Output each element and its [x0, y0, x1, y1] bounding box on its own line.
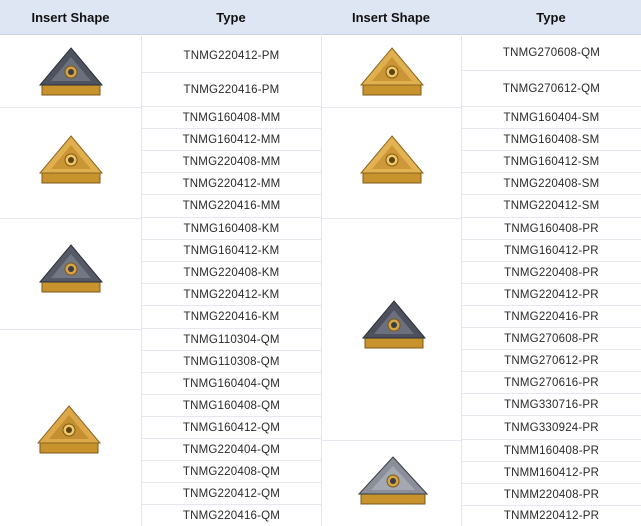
type-code: TNMG220408-QM	[142, 461, 321, 483]
type-code: TNMG220408-KM	[142, 262, 321, 284]
type-code: TNMG220416-PR	[462, 306, 641, 328]
type-code: TNMG270608-PR	[462, 328, 641, 350]
type-code: TNMM160408-PR	[462, 440, 641, 462]
triangle-insert-gold-icon	[359, 47, 425, 96]
insert-shape-cell	[0, 218, 141, 330]
header-type-left: Type	[141, 0, 321, 35]
type-code: TNMM160412-PR	[462, 462, 641, 484]
type-code: TNMG160408-MM	[142, 107, 321, 129]
type-code: TNMG110304-QM	[142, 329, 321, 351]
type-code: TNMG220412-PR	[462, 284, 641, 306]
insert-shape-cell	[321, 107, 461, 219]
insert-shape-cell	[0, 35, 141, 108]
type-code: TNMG220412-KM	[142, 284, 321, 306]
header-insert-shape-left: Insert Shape	[0, 0, 141, 35]
triangle-insert-gold-icon	[359, 135, 425, 184]
triangle-insert-dark-icon	[38, 244, 104, 293]
type-code: TNMG160412-KM	[142, 240, 321, 262]
triangle-insert-gold-icon	[36, 405, 102, 454]
type-code: TNMG160408-KM	[142, 218, 321, 240]
type-code: TNMG220412-PM	[142, 40, 321, 73]
type-code: TNMG220416-MM	[142, 195, 321, 218]
type-code: TNMG220412-MM	[142, 173, 321, 195]
type-code: TNMG160412-MM	[142, 129, 321, 151]
triangle-insert-dark-icon	[357, 456, 429, 505]
type-code: TNMG270612-PR	[462, 350, 641, 372]
type-code: TNMG220404-QM	[142, 439, 321, 461]
insert-shape-cell	[321, 440, 461, 526]
type-code: TNMG220412-SM	[462, 195, 641, 218]
type-code: TNMG270616-PR	[462, 372, 641, 394]
insert-shape-cell	[321, 218, 461, 441]
type-code: TNMG160412-PR	[462, 240, 641, 262]
type-code: TNMG160408-PR	[462, 218, 641, 240]
type-code: TNMG220408-SM	[462, 173, 641, 195]
triangle-insert-dark-icon	[361, 300, 427, 349]
type-code: TNMG220416-PM	[142, 73, 321, 107]
type-code: TNMG270608-QM	[462, 35, 641, 71]
header-type-right: Type	[461, 0, 641, 35]
type-code: TNMG160404-SM	[462, 107, 641, 129]
type-code: TNMG160404-QM	[142, 373, 321, 395]
type-code: TNMG330716-PR	[462, 394, 641, 416]
type-code: TNMG220408-MM	[142, 151, 321, 173]
type-code: TNMG330924-PR	[462, 416, 641, 440]
triangle-insert-dark-icon	[38, 47, 104, 96]
type-code: TNMG220416-KM	[142, 306, 321, 329]
type-code: TNMG160412-SM	[462, 151, 641, 173]
type-code: TNMG160408-SM	[462, 129, 641, 151]
header-insert-shape-right: Insert Shape	[321, 0, 461, 35]
type-code: TNMM220412-PR	[503, 510, 600, 522]
type-code: TNMG220408-PR	[462, 262, 641, 284]
insert-shape-cell	[321, 35, 461, 108]
type-code: TNMG220412-QM	[142, 483, 321, 505]
type-code: TNMG160412-QM	[142, 417, 321, 439]
insert-shape-cell	[0, 107, 141, 219]
type-code: TNMM220408-PR	[462, 484, 641, 506]
insert-table: Insert Shape Type Insert Shape Type TNMG…	[0, 0, 641, 526]
triangle-insert-gold-icon	[38, 135, 104, 184]
insert-shape-cell	[0, 329, 141, 526]
type-code: TNMG220416-QM	[182, 509, 281, 522]
type-code: TNMG270612-QM	[462, 71, 641, 107]
type-code: TNMG110308-QM	[142, 351, 321, 373]
type-code: TNMG160408-QM	[142, 395, 321, 417]
